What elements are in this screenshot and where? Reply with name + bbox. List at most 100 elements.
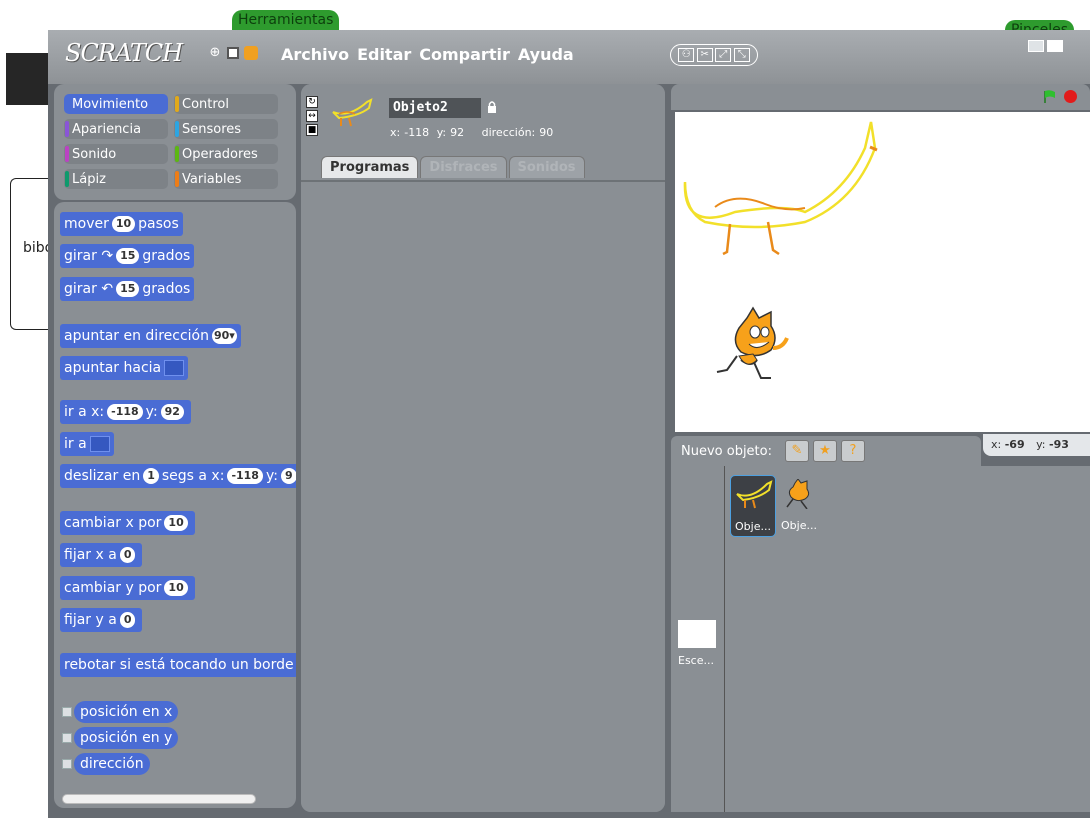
x-input[interactable]: -118 <box>227 468 263 484</box>
random-sprite-icon[interactable]: ? <box>841 440 865 462</box>
show-direccion-checkbox[interactable] <box>62 759 72 769</box>
sprite-name-field[interactable]: Objeto2 <box>389 98 481 118</box>
grow-icon[interactable]: ⤢ <box>715 48 732 62</box>
y-label: y: <box>436 126 447 139</box>
toolbar-icons: ⊕ <box>208 46 258 60</box>
rotation-style-buttons: ↻ ↔ ■ <box>306 96 318 136</box>
block-text: cambiar x por <box>64 515 162 531</box>
choose-sprite-file-icon[interactable]: ★ <box>813 440 837 462</box>
category-variables[interactable]: Variables <box>174 169 278 189</box>
block-text: deslizar en <box>64 468 141 484</box>
block-apuntar-hacia[interactable]: apuntar hacia <box>60 356 189 380</box>
block-fijar-y[interactable]: fijar y a 0 <box>60 608 143 632</box>
block-deslizar[interactable]: deslizar en 1 segs a x: -118 y: 9 <box>60 464 296 488</box>
block-rebotar[interactable]: rebotar si está tocando un borde <box>60 653 296 677</box>
green-flag-icon[interactable] <box>1043 90 1057 103</box>
sprite-tabs: Programas Disfraces Sonidos <box>321 156 585 178</box>
menu-editar[interactable]: Editar <box>357 45 411 64</box>
reporter-posicion-x[interactable]: posición en x <box>74 701 179 723</box>
block-text: ir a <box>64 436 87 452</box>
mouse-coordinates: x: -69 y: -93 <box>983 434 1090 456</box>
x-label: x: <box>390 126 401 139</box>
show-posicion-x-checkbox[interactable] <box>62 707 72 717</box>
number-input[interactable]: 0 <box>119 547 136 563</box>
menu-ayuda[interactable]: Ayuda <box>518 45 574 64</box>
language-globe-icon[interactable]: ⊕ <box>208 46 222 60</box>
tab-disfraces[interactable]: Disfraces <box>420 156 507 178</box>
duplicate-stamp-icon[interactable]: ⚇ <box>678 48 695 62</box>
seconds-input[interactable]: 1 <box>143 468 159 484</box>
x-input[interactable]: -118 <box>107 404 143 420</box>
sprite-tile-objeto2[interactable]: Obje... <box>730 475 776 537</box>
reporter-direccion[interactable]: dirección <box>74 753 150 775</box>
target-dropdown[interactable] <box>89 436 110 452</box>
block-girar-izquierda[interactable]: girar ↶ 15 grados <box>60 277 195 301</box>
block-fijar-x[interactable]: fijar x a 0 <box>60 543 143 567</box>
paint-new-sprite-icon[interactable]: ✎ <box>785 440 809 462</box>
lock-icon[interactable] <box>487 100 497 114</box>
block-text: ir a x: <box>64 404 105 420</box>
block-text: fijar x a <box>64 547 117 563</box>
target-dropdown[interactable] <box>164 360 185 376</box>
background-dark-block <box>6 53 50 105</box>
category-sonido[interactable]: Sonido <box>64 144 168 164</box>
block-cambiar-x[interactable]: cambiar x por 10 <box>60 511 195 535</box>
block-text: rebotar si está tocando un borde <box>64 657 294 673</box>
sprite-list: Esce... Obje... Obje... <box>671 466 1090 812</box>
menu-compartir[interactable]: Compartir <box>419 45 510 64</box>
save-icon[interactable] <box>227 47 239 59</box>
block-mover[interactable]: mover 10 pasos <box>60 212 183 236</box>
palette-horizontal-scrollbar[interactable] <box>62 794 256 804</box>
sprite-tile-label: Obje... <box>781 519 817 532</box>
block-ir-a[interactable]: ir a <box>60 432 114 456</box>
stage-thumbnail-column: Esce... <box>671 466 725 812</box>
number-input[interactable]: 15 <box>116 248 140 264</box>
normal-stage-layout-icon[interactable] <box>1047 40 1063 52</box>
direction-label: dirección: <box>481 126 536 139</box>
block-apuntar-direccion[interactable]: apuntar en dirección 90▾ <box>60 324 241 348</box>
can-rotate-icon[interactable]: ↻ <box>306 96 318 108</box>
number-input[interactable]: 10 <box>164 515 188 531</box>
scripts-area[interactable] <box>301 180 665 812</box>
sprite-tile-objeto1[interactable]: Obje... <box>777 475 823 537</box>
sprite-coordinates: x: -118 y: 92 dirección: 90 <box>390 126 557 139</box>
direction-dropdown[interactable]: 90▾ <box>211 328 237 344</box>
number-input[interactable]: 15 <box>116 281 140 297</box>
stop-icon[interactable] <box>1064 90 1077 103</box>
category-control[interactable]: Control <box>174 94 278 114</box>
block-text: apuntar hacia <box>64 360 162 376</box>
herramientas-tab[interactable]: Herramientas <box>232 10 340 30</box>
small-stage-layout-icon[interactable] <box>1028 40 1044 52</box>
category-apariencia[interactable]: Apariencia <box>64 119 168 139</box>
herramientas-label: Herramientas <box>238 12 334 28</box>
number-input[interactable]: 10 <box>164 580 188 596</box>
stage-thumbnail[interactable] <box>678 620 716 648</box>
block-cambiar-y[interactable]: cambiar y por 10 <box>60 576 195 600</box>
mouse-y-value: -93 <box>1049 438 1069 451</box>
block-text: grados <box>142 248 191 264</box>
stage-controls-bar <box>671 84 1090 110</box>
reporter-posicion-y[interactable]: posición en y <box>74 727 179 749</box>
category-movimiento[interactable]: Movimiento <box>64 94 168 114</box>
delete-scissors-icon[interactable]: ✂ <box>696 48 713 62</box>
dont-rotate-icon[interactable]: ■ <box>306 124 318 136</box>
show-posicion-y-checkbox[interactable] <box>62 733 72 743</box>
block-ir-a-xy[interactable]: ir a x: -118 y: 92 <box>60 400 191 424</box>
left-right-icon[interactable]: ↔ <box>306 110 318 122</box>
menu-archivo[interactable]: Archivo <box>281 45 349 64</box>
category-operadores[interactable]: Operadores <box>174 144 278 164</box>
number-input[interactable]: 0 <box>119 612 136 628</box>
tab-sonidos[interactable]: Sonidos <box>508 156 585 178</box>
y-input[interactable]: 92 <box>160 404 184 420</box>
shrink-icon[interactable]: ⤡ <box>733 48 750 62</box>
number-input[interactable]: 10 <box>111 216 136 232</box>
category-sensores[interactable]: Sensores <box>174 119 278 139</box>
share-icon[interactable] <box>244 46 258 60</box>
mouse-y-label: y: <box>1036 438 1046 451</box>
tab-programas[interactable]: Programas <box>321 156 419 178</box>
y-input[interactable]: 9 <box>280 468 296 484</box>
category-panel: Movimiento Control Apariencia Sensores Sonid… <box>54 84 296 200</box>
stage[interactable] <box>675 112 1090 432</box>
category-lpiz[interactable]: Lápiz <box>64 169 168 189</box>
block-girar-derecha[interactable]: girar ↷ 15 grados <box>60 244 195 268</box>
